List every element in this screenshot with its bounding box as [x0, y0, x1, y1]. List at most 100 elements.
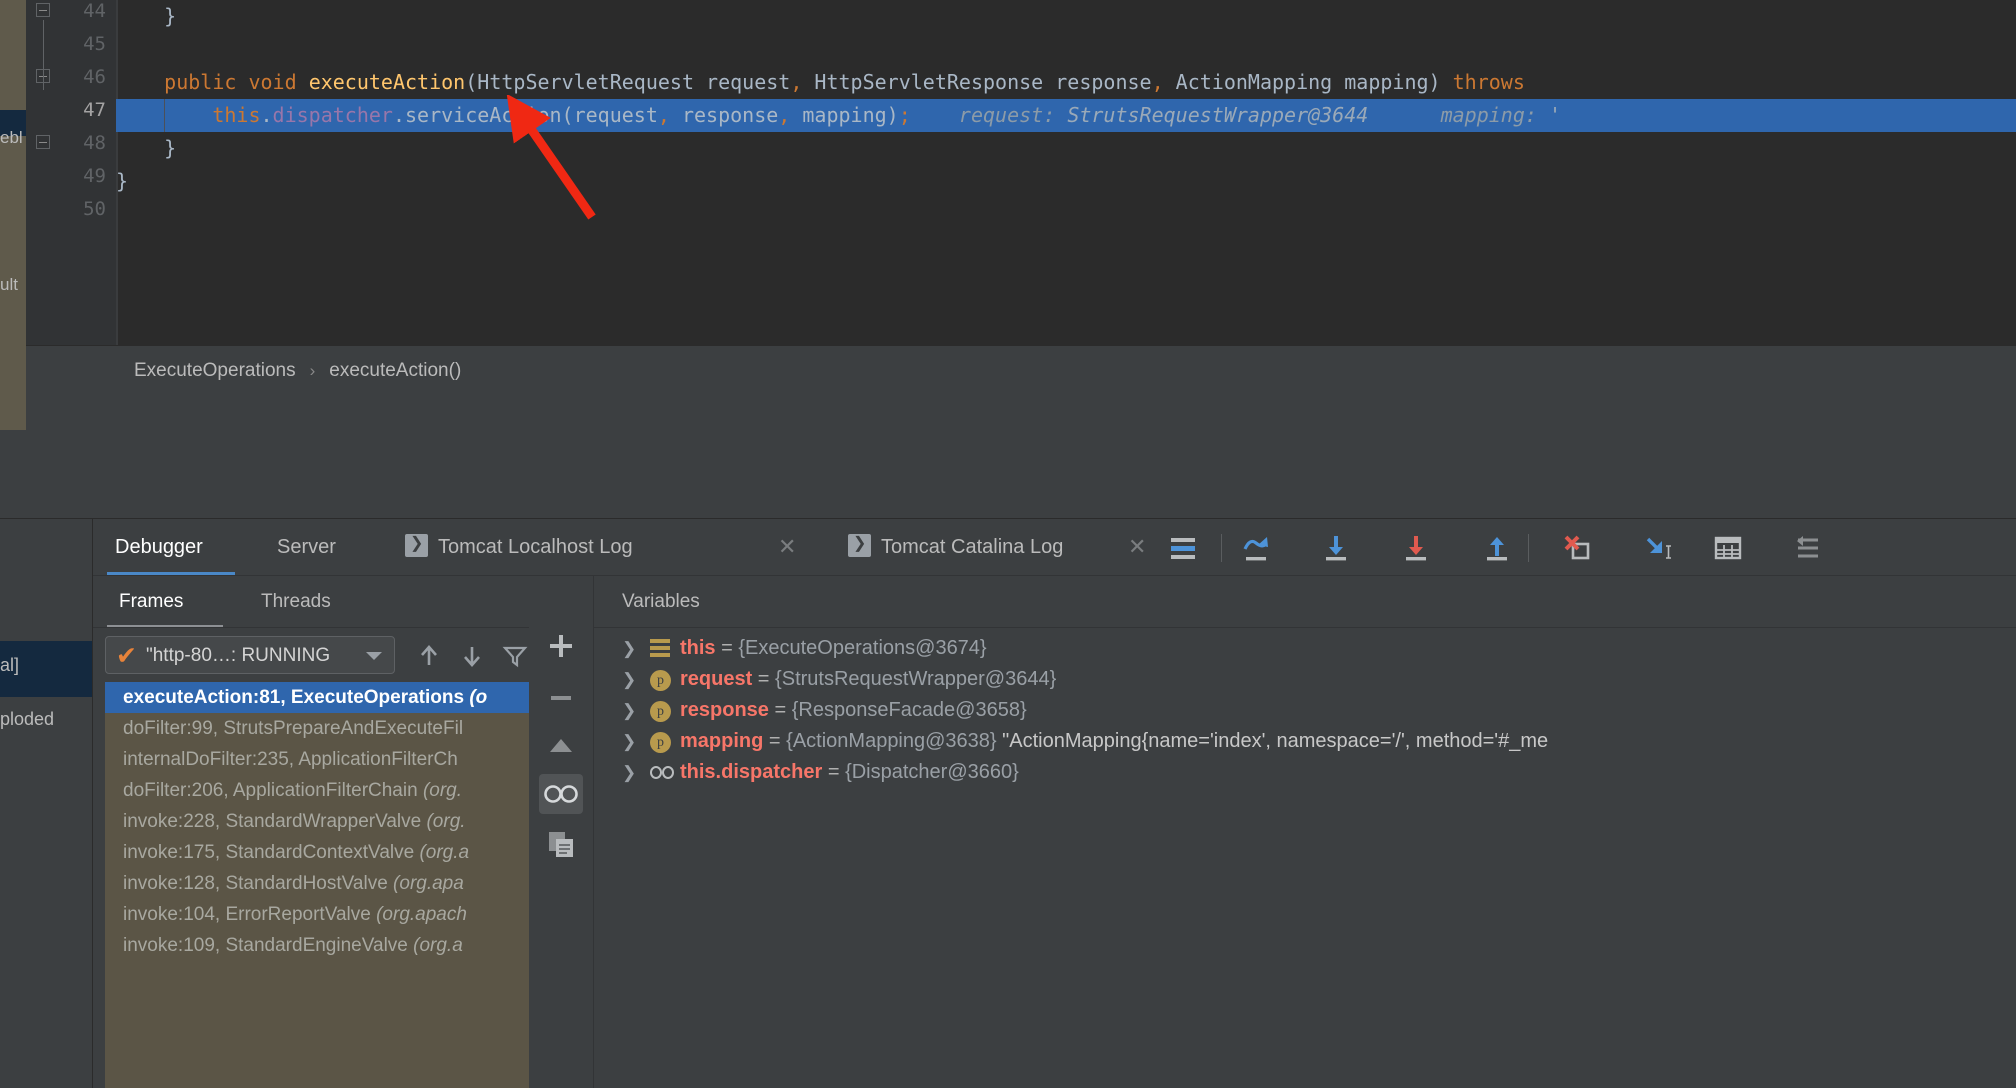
variable-equals: =	[763, 730, 787, 752]
tab-tomcat-catalina-log[interactable]: Tomcat Catalina Log	[848, 519, 1063, 575]
variable-string: "ActionMapping{name='index', namespace='…	[996, 730, 1549, 752]
add-watch-icon[interactable]	[545, 630, 577, 662]
variable-name: response	[680, 699, 769, 721]
list-item[interactable]: ❯ this = {ExecuteOperations@3674}	[594, 633, 2016, 664]
chevron-right-icon[interactable]: ❯	[622, 695, 640, 726]
frames-list[interactable]: executeAction:81, ExecuteOperations (o d…	[105, 682, 529, 1088]
line-number: 49	[83, 165, 106, 187]
chevron-right-icon[interactable]: ❯	[622, 633, 640, 664]
variable-equals: =	[822, 761, 846, 783]
frame-label: invoke:128, StandardHostValve	[123, 873, 394, 894]
check-icon: ✔	[116, 642, 137, 670]
chevron-right-icon[interactable]: ❯	[622, 757, 640, 788]
frame-label: executeAction:81, ExecuteOperations	[123, 687, 470, 708]
tab-tomcat-localhost-log-close-icon[interactable]: ✕	[778, 519, 796, 575]
code-line-48: }	[116, 136, 177, 160]
run-icon	[848, 532, 871, 557]
table-row[interactable]: invoke:104, ErrorReportValve (org.apach	[105, 899, 529, 930]
frame-package: (org.a	[419, 842, 470, 863]
copy-value-icon[interactable]	[545, 828, 577, 860]
variable-value: {ExecuteOperations@3674}	[738, 637, 987, 659]
toolbar-separator	[1221, 534, 1222, 562]
variable-name: this.dispatcher	[680, 761, 823, 783]
ide-window: ebl ult 44 45 46 47 48 49 50 } public vo…	[0, 0, 2016, 1088]
tab-server[interactable]: Server	[277, 519, 336, 575]
run-to-cursor-icon[interactable]	[1642, 533, 1672, 563]
step-over-icon[interactable]	[1241, 533, 1271, 563]
chevron-right-icon[interactable]: ❯	[622, 726, 640, 757]
variable-value: {StrutsRequestWrapper@3644}	[775, 668, 1057, 690]
breadcrumb[interactable]: ExecuteOperations › executeAction()	[134, 346, 461, 396]
debug-left-rail: al] ploded	[0, 519, 92, 1088]
tab-frames[interactable]: Frames	[119, 576, 183, 628]
list-item[interactable]: ❯ this.dispatcher = {Dispatcher@3660}	[594, 757, 2016, 788]
move-down-icon[interactable]	[458, 642, 486, 670]
step-out-icon[interactable]	[1482, 533, 1512, 563]
list-item[interactable]: ❯ p response = {ResponseFacade@3658}	[594, 695, 2016, 726]
line-number: 45	[83, 33, 106, 55]
show-execution-point-icon[interactable]	[1168, 533, 1198, 563]
frame-package: (org.a	[413, 935, 463, 956]
breadcrumb-method[interactable]: executeAction()	[329, 360, 461, 381]
tab-tomcat-catalina-log-label: Tomcat Catalina Log	[881, 536, 1064, 558]
variable-entry: response = {ResponseFacade@3658}	[680, 695, 1027, 726]
move-watch-up-icon[interactable]	[545, 730, 577, 762]
rail-label-top: al]	[0, 655, 20, 675]
force-step-into-icon[interactable]	[1401, 533, 1431, 563]
frame-label: doFilter:99, StrutsPrepareAndExecuteFil	[123, 718, 464, 739]
table-row[interactable]: invoke:109, StandardEngineValve (org.a	[105, 930, 529, 961]
param-icon: p	[650, 701, 671, 722]
frame-label: doFilter:206, ApplicationFilterChain	[123, 780, 423, 801]
table-row[interactable]: invoke:228, StandardWrapperValve (org.	[105, 806, 529, 837]
evaluate-expression-icon[interactable]	[1713, 533, 1743, 563]
thread-selector-value: "http-80…: RUNNING	[146, 645, 331, 666]
fold-region-line	[43, 20, 44, 90]
left-strip-label-bottom: ult	[0, 275, 18, 294]
debug-tab-bar: Debugger Server Tomcat Localhost Log ✕ T…	[93, 519, 2016, 575]
table-row[interactable]: doFilter:206, ApplicationFilterChain (or…	[105, 775, 529, 806]
frame-package: (org.apach	[376, 904, 467, 925]
editor-region: ebl ult 44 45 46 47 48 49 50 } public vo…	[0, 0, 2016, 430]
chevron-down-icon[interactable]	[366, 652, 382, 660]
drop-frame-icon[interactable]	[1562, 533, 1592, 563]
debug-panes: Frames Threads ✔ "http-80…: RUNNING exec…	[93, 575, 2016, 1088]
table-row[interactable]: invoke:175, StandardContextValve (org.a	[105, 837, 529, 868]
tab-threads[interactable]: Threads	[261, 576, 331, 628]
left-rail-gap	[0, 430, 26, 518]
frames-pane: Frames Threads ✔ "http-80…: RUNNING exec…	[93, 576, 529, 1088]
list-item[interactable]: ❯ p mapping = {ActionMapping@3638} "Acti…	[594, 726, 2016, 757]
fold-collapse-icon[interactable]	[36, 3, 50, 17]
step-into-icon[interactable]	[1321, 533, 1351, 563]
variable-equals: =	[752, 668, 776, 690]
settings-lines-icon[interactable]	[1793, 533, 1823, 563]
variable-value: {ActionMapping@3638}	[786, 730, 997, 752]
remove-watch-icon[interactable]	[545, 682, 577, 714]
tab-tomcat-catalina-log-close-icon[interactable]: ✕	[1128, 519, 1146, 575]
chevron-right-icon[interactable]: ❯	[622, 664, 640, 695]
breadcrumb-class[interactable]: ExecuteOperations	[134, 360, 296, 381]
move-up-icon[interactable]	[415, 642, 443, 670]
variable-equals: =	[768, 699, 792, 721]
variable-value: {Dispatcher@3660}	[845, 761, 1019, 783]
frame-package: (o	[469, 687, 488, 708]
code-editor[interactable]: } public void executeAction(HttpServletR…	[116, 0, 2016, 345]
tab-debugger[interactable]: Debugger	[115, 519, 203, 575]
rail-label-bottom: ploded	[0, 709, 55, 729]
table-row[interactable]: doFilter:99, StrutsPrepareAndExecuteFil	[105, 713, 529, 744]
variable-entry: request = {StrutsRequestWrapper@3644}	[680, 664, 1056, 695]
list-item[interactable]: ❯ p request = {StrutsRequestWrapper@3644…	[594, 664, 2016, 695]
thread-selector[interactable]: ✔ "http-80…: RUNNING	[105, 636, 395, 674]
table-row[interactable]: executeAction:81, ExecuteOperations (o	[105, 682, 529, 713]
watches-toggle-button[interactable]	[539, 774, 583, 814]
fold-collapse-icon[interactable]	[36, 135, 50, 149]
left-tool-strip[interactable]: ebl ult	[0, 0, 26, 430]
tab-tomcat-localhost-log[interactable]: Tomcat Localhost Log	[405, 519, 633, 575]
line-number-current: 47	[83, 99, 106, 121]
variables-list[interactable]: ❯ this = {ExecuteOperations@3674} ❯ p re…	[594, 629, 2016, 1088]
variables-pane: Variables ❯ this = {ExecuteOperations@36…	[593, 576, 2016, 1088]
variables-header: Variables	[594, 576, 2016, 628]
filter-icon[interactable]	[501, 642, 529, 670]
table-row[interactable]: internalDoFilter:235, ApplicationFilterC…	[105, 744, 529, 775]
table-row[interactable]: invoke:128, StandardHostValve (org.apa	[105, 868, 529, 899]
variable-name: this	[680, 637, 716, 659]
